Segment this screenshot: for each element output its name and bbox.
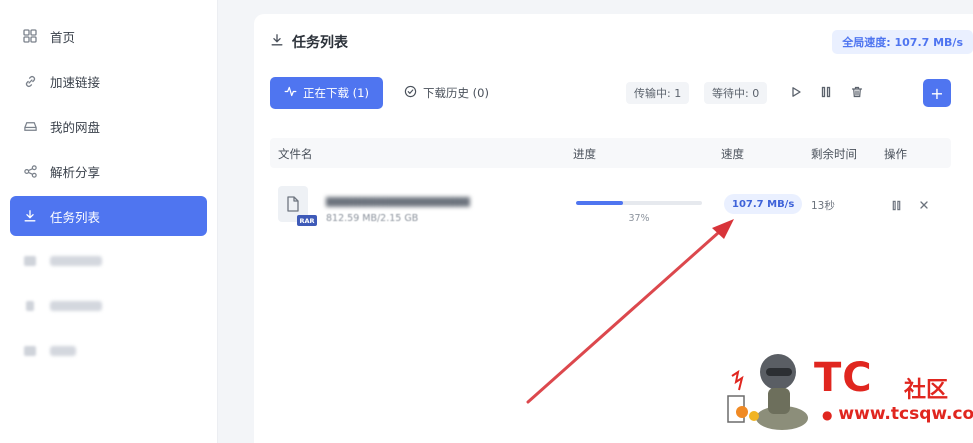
file-type-badge: RAR — [297, 215, 317, 226]
download-icon — [22, 208, 38, 224]
waiting-count: 等待中: 0 — [704, 82, 768, 104]
pause-icon[interactable] — [889, 198, 903, 212]
watermark-suffix: 社区 — [904, 378, 949, 403]
trash-icon[interactable] — [849, 84, 865, 100]
table-header: 文件名 进度 速度 剩余时间 操作 — [270, 138, 951, 168]
paw-icon: ● — [822, 408, 833, 422]
sidebar-item-label: 加速链接 — [50, 74, 101, 90]
redacted-label — [50, 346, 76, 356]
sidebar-item-redacted-3[interactable] — [10, 331, 207, 371]
download-icon — [270, 33, 284, 51]
speed-badge: 107.7 MB/s — [724, 194, 803, 214]
redacted-label — [50, 301, 102, 311]
downloading-tab-label: 正在下载 (1) — [303, 86, 369, 100]
page-title-text: 任务列表 — [292, 35, 348, 51]
sidebar-item-label: 我的网盘 — [50, 119, 101, 135]
watermark-mascot-icon — [727, 354, 808, 430]
sidebar-item-label: 任务列表 — [50, 209, 101, 225]
add-task-button[interactable]: + — [923, 79, 951, 107]
play-icon[interactable] — [788, 84, 804, 100]
sidebar: 首页 加速链接 我的网盘 解析分享 任务列表 — [0, 0, 218, 443]
sidebar-item-label: 首页 — [50, 29, 76, 45]
progress-percent: 37% — [628, 213, 650, 224]
downloading-tab-button[interactable]: 正在下载 (1) — [270, 77, 383, 109]
column-header: 操作 — [884, 147, 907, 161]
sidebar-item-redacted-2[interactable] — [10, 286, 207, 326]
sidebar-item-label: 解析分享 — [50, 164, 101, 180]
grid-icon — [22, 28, 38, 44]
transferring-count: 传输中: 1 — [626, 82, 690, 104]
link-icon — [22, 73, 38, 89]
redacted-label — [50, 256, 102, 266]
share-icon — [22, 163, 38, 179]
watermark-url-text: www.tcsqw.com — [838, 404, 973, 424]
progress-bar — [576, 201, 702, 205]
table-row[interactable]: RAR ▆▆▆▆▆▆▆▆▆▆▆▆▆▆▆▆▆ 812.59 MB/2.15 GB … — [270, 184, 951, 254]
global-speed-badge: 全局速度: 107.7 MB/s — [832, 30, 973, 54]
check-circle-icon — [404, 85, 417, 101]
watermark-brand: TC — [814, 355, 873, 401]
redacted-icon — [22, 253, 38, 269]
watermark-url: ● www.tcsqw.com — [822, 404, 973, 424]
progress-fill — [576, 201, 623, 205]
history-tab-button[interactable]: 下载历史 (0) — [404, 77, 489, 109]
close-icon[interactable] — [917, 198, 931, 212]
sidebar-item-task-list[interactable]: 任务列表 — [10, 196, 207, 236]
drive-icon — [22, 118, 38, 134]
column-header: 剩余时间 — [811, 147, 857, 161]
column-header: 速度 — [721, 147, 744, 161]
sidebar-item-redacted-1[interactable] — [10, 241, 207, 281]
history-tab-label: 下载历史 (0) — [423, 86, 489, 100]
sidebar-item-home[interactable]: 首页 — [10, 16, 207, 56]
pause-icon[interactable] — [818, 84, 834, 100]
sidebar-item-accelerate-link[interactable]: 加速链接 — [10, 61, 207, 101]
column-header: 进度 — [573, 147, 596, 161]
redacted-icon — [22, 298, 38, 314]
sidebar-item-my-drive[interactable]: 我的网盘 — [10, 106, 207, 146]
sidebar-item-parse-share[interactable]: 解析分享 — [10, 151, 207, 191]
column-header: 文件名 — [278, 147, 313, 161]
file-name-redacted: ▆▆▆▆▆▆▆▆▆▆▆▆▆▆▆▆▆ — [326, 194, 470, 207]
remaining-time: 13秒 — [811, 200, 835, 212]
page-title: 任务列表 — [270, 32, 348, 52]
redacted-icon — [22, 343, 38, 359]
activity-icon — [284, 85, 297, 101]
file-size: 812.59 MB/2.15 GB — [326, 213, 419, 224]
